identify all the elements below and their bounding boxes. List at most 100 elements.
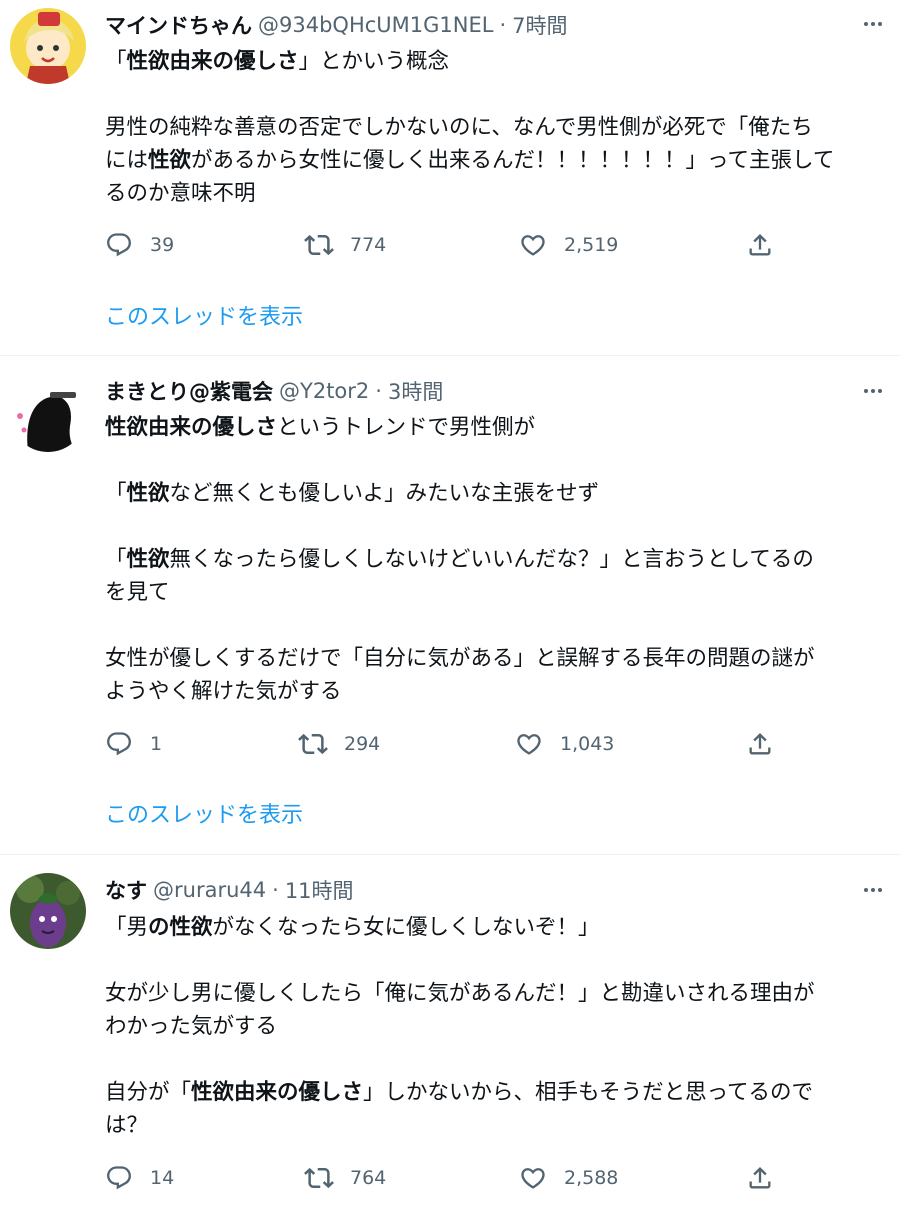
tweet[interactable]: まきとり@紫電会 @Y2tor2 · 3時間 性欲由来の優しさというトレンドで男… bbox=[0, 356, 901, 854]
retweet-count: 774 bbox=[350, 234, 387, 256]
reply-button[interactable]: 14 bbox=[104, 1161, 174, 1195]
text-line: 自分が「性欲由来の優しさ」しかないから、相手もそうだと思ってるので bbox=[105, 1076, 890, 1109]
text-segment: 」とかいう概念 bbox=[298, 49, 450, 74]
more-horizontal-icon bbox=[864, 888, 882, 892]
highlighted-keyword: 性欲 bbox=[126, 481, 170, 506]
user-handle[interactable]: @Y2tor2 bbox=[279, 379, 369, 403]
timeline: マインドちゃん @934bQHcUM1G1NEL · 7時間 「性欲由来の優しさ… bbox=[0, 0, 901, 1214]
display-name[interactable]: なす bbox=[105, 875, 147, 905]
text-line: るのか意味不明 bbox=[105, 177, 890, 210]
retweet-icon bbox=[298, 733, 328, 755]
timestamp[interactable]: 3時間 bbox=[388, 376, 443, 406]
like-button[interactable]: 2,519 bbox=[518, 228, 618, 262]
share-icon bbox=[749, 733, 771, 755]
retweet-icon bbox=[304, 1167, 334, 1189]
reply-icon bbox=[107, 732, 131, 756]
avatar[interactable] bbox=[10, 8, 86, 84]
retweet-count: 764 bbox=[350, 1167, 387, 1189]
reply-button[interactable]: 39 bbox=[104, 228, 174, 262]
display-name[interactable]: まきとり@紫電会 bbox=[105, 376, 273, 406]
tweet-actions: 1 294 1,043 bbox=[0, 727, 901, 761]
share-button[interactable] bbox=[745, 727, 791, 761]
highlighted-keyword: 性欲 bbox=[148, 148, 192, 173]
text-line: 女が少し男に優しくしたら「俺に気があるんだ！」と勘違いされる理由が bbox=[105, 977, 890, 1010]
timestamp[interactable]: 7時間 bbox=[512, 10, 567, 40]
tweet[interactable]: なす @ruraru44 · 11時間 「男の性欲がなくなったら女に優しくしない… bbox=[0, 855, 901, 1214]
more-options-button[interactable] bbox=[859, 876, 887, 904]
like-count: 1,043 bbox=[560, 733, 615, 755]
like-icon bbox=[521, 235, 545, 256]
reply-icon bbox=[107, 1166, 131, 1190]
reply-count: 1 bbox=[150, 733, 163, 755]
text-line: 「性欲など無くとも優しいよ」みたいな主張をせず bbox=[105, 477, 890, 510]
text-segment: 女が少し男に優しくしたら「俺に気があるんだ！」と勘違いされる理由が bbox=[105, 981, 815, 1006]
reply-icon bbox=[107, 233, 131, 257]
text-line: 性欲由来の優しさというトレンドで男性側が bbox=[105, 411, 890, 444]
text-segment: 女性が優しくするだけで「自分に気がある」と誤解する長年の問題の謎が bbox=[105, 646, 815, 671]
separator-dot: · bbox=[375, 379, 382, 403]
text-segment: 」しかないから、相手もそうだと思ってるので bbox=[363, 1080, 814, 1105]
text-segment: には bbox=[105, 148, 149, 173]
tweet-text: 「男の性欲がなくなったら女に優しくしないぞ！」女が少し男に優しくしたら「俺に気が… bbox=[105, 911, 890, 1142]
like-icon bbox=[517, 734, 541, 755]
more-horizontal-icon bbox=[864, 22, 882, 26]
tweet-actions: 39 774 2,519 bbox=[0, 228, 901, 262]
show-thread-link[interactable]: このスレッドを表示 bbox=[105, 800, 303, 832]
like-count: 2,519 bbox=[564, 234, 619, 256]
text-segment: など無くとも優しいよ」みたいな主張をせず bbox=[169, 481, 600, 506]
text-segment: があるから女性に優しく出来るんだ！！！！！！！」って主張して bbox=[191, 148, 835, 173]
text-line: は？ bbox=[105, 1109, 890, 1142]
more-options-button[interactable] bbox=[859, 377, 887, 405]
text-line: ようやく解けた気がする bbox=[105, 675, 890, 708]
separator-dot: · bbox=[272, 878, 279, 902]
user-handle[interactable]: @934bQHcUM1G1NEL bbox=[258, 13, 493, 37]
reply-count: 39 bbox=[150, 234, 175, 256]
tweet-text: 「性欲由来の優しさ」とかいう概念 男性の純粋な善意の否定でしかないのに、なんで男性… bbox=[105, 45, 890, 210]
display-name[interactable]: マインドちゃん bbox=[105, 10, 252, 40]
reply-count: 14 bbox=[150, 1167, 175, 1189]
text-line: わかった気がする bbox=[105, 1010, 890, 1043]
text-line: 「男の性欲がなくなったら女に優しくしないぞ！」 bbox=[105, 911, 890, 944]
text-line: 女性が優しくするだけで「自分に気がある」と誤解する長年の問題の謎が bbox=[105, 642, 890, 675]
highlighted-keyword: 性欲 bbox=[126, 547, 170, 572]
avatar[interactable] bbox=[10, 873, 86, 949]
retweet-button[interactable]: 764 bbox=[304, 1161, 386, 1195]
text-segment: るのか意味不明 bbox=[105, 181, 256, 206]
like-button[interactable]: 2,588 bbox=[518, 1161, 618, 1195]
share-icon bbox=[749, 1167, 771, 1189]
like-button[interactable]: 1,043 bbox=[514, 727, 614, 761]
text-segment: 男性の純粋な善意の否定でしかないのに、なんで男性側が必死で「俺たち bbox=[105, 115, 813, 140]
highlighted-keyword: 性欲由来の優しさ bbox=[126, 49, 299, 74]
text-line: 男性の純粋な善意の否定でしかないのに、なんで男性側が必死で「俺たち bbox=[105, 111, 890, 144]
share-button[interactable] bbox=[745, 228, 791, 262]
user-handle[interactable]: @ruraru44 bbox=[153, 878, 266, 902]
highlighted-keyword: 性欲由来の優しさ bbox=[191, 1080, 364, 1105]
more-options-button[interactable] bbox=[859, 10, 887, 38]
text-segment: は？ bbox=[105, 1113, 149, 1138]
text-segment: を見て bbox=[105, 580, 170, 605]
avatar[interactable] bbox=[10, 376, 86, 452]
more-horizontal-icon bbox=[864, 389, 882, 393]
reply-button[interactable]: 1 bbox=[104, 727, 162, 761]
tweet-text: 性欲由来の優しさというトレンドで男性側が 「性欲など無くとも優しいよ」みたいな主張… bbox=[105, 411, 890, 708]
retweet-button[interactable]: 294 bbox=[298, 727, 380, 761]
like-count: 2,588 bbox=[564, 1167, 619, 1189]
share-button[interactable] bbox=[745, 1161, 791, 1195]
retweet-button[interactable]: 774 bbox=[304, 228, 386, 262]
like-icon bbox=[521, 1168, 545, 1189]
separator-dot: · bbox=[499, 13, 507, 37]
text-segment: ようやく解けた気がする bbox=[105, 679, 342, 704]
tweet-header: まきとり@紫電会 @Y2tor2 · 3時間 bbox=[105, 375, 443, 407]
tweet[interactable]: マインドちゃん @934bQHcUM1G1NEL · 7時間 「性欲由来の優しさ… bbox=[0, 0, 901, 355]
share-icon bbox=[749, 234, 771, 256]
tweet-header: マインドちゃん @934bQHcUM1G1NEL · 7時間 bbox=[105, 9, 568, 41]
text-segment: がなくなったら女に優しくしないぞ！」 bbox=[212, 915, 600, 940]
timestamp[interactable]: 11時間 bbox=[285, 875, 354, 905]
tweet-actions: 14 764 2,588 bbox=[0, 1161, 901, 1195]
show-thread-link[interactable]: このスレッドを表示 bbox=[105, 302, 303, 334]
